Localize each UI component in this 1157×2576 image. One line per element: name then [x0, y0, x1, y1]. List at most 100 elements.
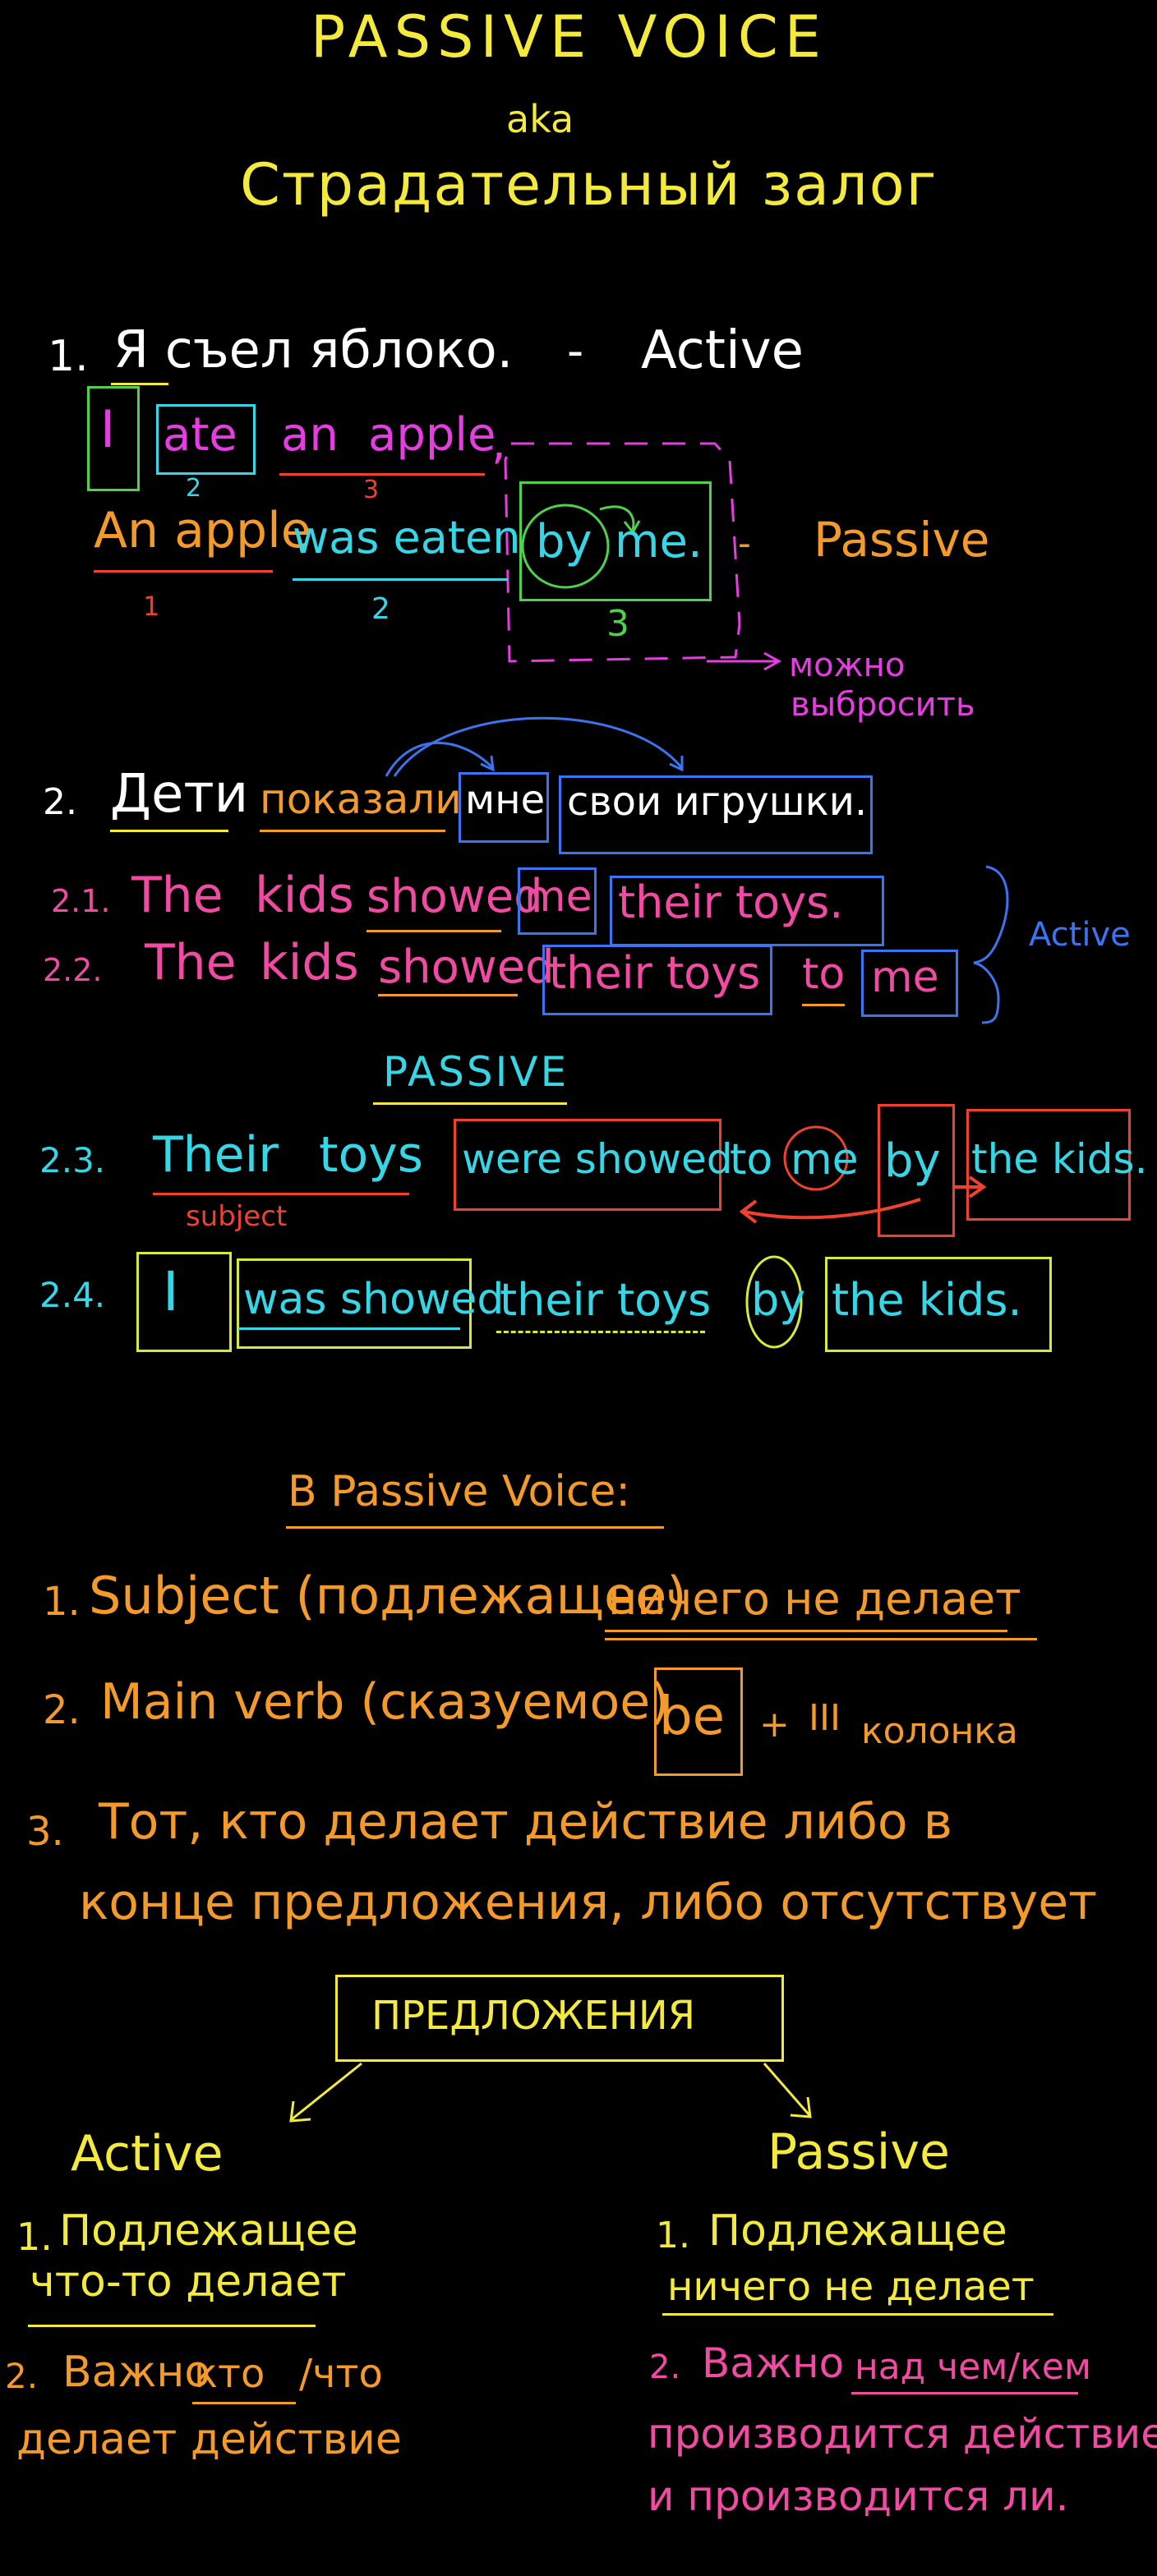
ex2-s23-the-kids: the kids. [971, 1135, 1148, 1183]
left-1-number: 1. [16, 2215, 53, 2259]
left-2-highlight-underline [192, 2402, 296, 2404]
ex2-number: 2. [43, 781, 77, 823]
rule2-column: III [809, 1697, 841, 1739]
left-title: Active [71, 2125, 224, 2183]
ex2-s24-their-toys-underline [496, 1331, 705, 1333]
right-2-a: Важно [702, 2339, 845, 2387]
ex2-s23-were-showed: were showed [462, 1135, 733, 1183]
ex2-passive-heading: PASSIVE [383, 1048, 569, 1096]
ex2-ru-mne: мне [465, 777, 546, 823]
right-2-highlight: над чем/кем [855, 2346, 1092, 2388]
ex1-passive-2-underline [293, 578, 508, 581]
ex2-s22-to: to [802, 950, 846, 999]
right-2-highlight-underline [851, 2392, 1078, 2394]
ex2-s21-showed: showed [366, 870, 543, 923]
rules-heading-underline [286, 1526, 664, 1529]
rule1-highlight: ничего не делает [608, 1573, 1021, 1625]
left-1-a: Подлежащее [59, 2206, 358, 2256]
rule3-number: 3. [26, 1809, 64, 1855]
rule1-text: Subject (подлежащее) [89, 1566, 687, 1626]
right-1-a: Подлежащее [708, 2206, 1007, 2256]
ex1-num-3: 3 [363, 476, 380, 504]
ex1-dash: - [567, 324, 584, 378]
ex2-s22-to-underline [802, 1004, 845, 1006]
arrow-to-toys [393, 716, 684, 777]
ex2-s24-was-showed-underline [238, 1327, 460, 1330]
ex1-passive-label: Passive [814, 512, 990, 568]
ex2-pokazali-underline [260, 830, 445, 832]
ex2-passive-heading-underline [373, 1102, 567, 1105]
left-2-c: /что [299, 2351, 383, 2397]
aka-label: aka [506, 97, 574, 141]
ex1-note-line2: выбросить [791, 686, 975, 724]
ex1-comma: , [491, 416, 506, 470]
ex2-s23-me: me [791, 1135, 859, 1184]
ex1-active-label: Active [641, 320, 804, 381]
ex2-s21-their-toys: their toys. [618, 876, 844, 928]
ex1-word-ate: ate [163, 408, 237, 462]
ex2-s21-kids: kids [255, 867, 354, 924]
ex2-s21-showed-underline [366, 930, 501, 932]
ex2-s22-showed-underline [378, 994, 518, 996]
right-1-underline [662, 2313, 1053, 2316]
ex2-ru-pokazali: показали [260, 775, 462, 823]
left-1-b: что-то делает [30, 2257, 347, 2307]
ex1-ru-sentence: Я съел яблоко. [113, 320, 514, 380]
ex2-s22-showed: showed [378, 941, 555, 994]
rule2-text: Main verb (сказуемое) [100, 1673, 670, 1731]
right-1-b: ничего не делает [667, 2264, 1035, 2310]
right-2-number: 2. [649, 2348, 681, 2386]
ex2-s23-by: by [884, 1134, 941, 1188]
ex2-ru-svoi-igrushki: свои игрушки. [567, 779, 868, 825]
rule1-number: 1. [43, 1579, 81, 1625]
ex2-ru-deti: Дети [110, 764, 249, 825]
ex2-s22-me: me [871, 953, 939, 1002]
left-2-d: делает действие [16, 2415, 402, 2464]
right-title: Passive [767, 2123, 950, 2181]
arrow-to-note [707, 651, 782, 671]
ex1-word-I: I [100, 399, 116, 459]
page-subtitle: Страдательный залог [240, 151, 938, 218]
ex1-number: 1. [48, 332, 89, 381]
rule2-tail: колонка [861, 1710, 1018, 1752]
ex1-ya-underline [111, 383, 168, 385]
rule1-highlight-underline-2 [605, 1638, 1037, 1640]
ex2-s22-kids: kids [260, 934, 359, 991]
ex2-s21-number: 2.1. [51, 883, 111, 919]
ex2-deti-underline [110, 830, 228, 832]
ex2-s24-I-box [136, 1252, 232, 1352]
ex2-s24-I: I [163, 1260, 179, 1323]
page-title: PASSIVE VOICE [311, 3, 827, 71]
ex1-word-apple: apple [368, 408, 496, 462]
arrow-right [763, 2063, 812, 2118]
ex2-s24-by: by [751, 1274, 806, 1326]
ex2-s21-the: The [131, 867, 224, 924]
ex2-active-label: Active [1029, 916, 1131, 954]
ex1-passive-num-1: 1 [143, 591, 160, 622]
ex1-word-an: an [281, 408, 339, 462]
ex1-note-line1: можно [789, 646, 906, 684]
ex1-an-apple-underline [279, 473, 485, 476]
ex1-passive-an-apple: An apple [94, 502, 311, 559]
ex2-s24-the-kids: the kids. [832, 1274, 1022, 1326]
ex1-num-2: 2 [186, 474, 202, 503]
ex2-s23-subject-label: subject [186, 1200, 288, 1233]
ex2-s22-number: 2.2. [43, 952, 103, 988]
right-1-number: 1. [656, 2215, 690, 2256]
active-brace [973, 865, 1009, 1024]
ex1-passive-by: by [536, 515, 592, 568]
ex2-s23-subject-underline [153, 1193, 409, 1195]
left-2-number: 2. [5, 2356, 39, 2396]
rule3-line1: Тот, кто делает действие либо в [99, 1793, 953, 1851]
ex2-s23-toys: toys [319, 1126, 424, 1184]
rule1-highlight-underline [605, 1630, 1007, 1632]
ex2-s23-their: Their [153, 1126, 279, 1184]
arrow-to-mne [385, 741, 495, 777]
ex2-s24-number: 2.4. [39, 1275, 106, 1315]
ex1-passive-dash: - [738, 522, 751, 564]
right-2-c: производится действие [648, 2410, 1157, 2458]
ex2-s22-their-toys: their toys [549, 947, 761, 999]
rule2-be: be [659, 1686, 725, 1747]
ex1-passive-1-underline [94, 570, 273, 573]
ex2-s23-number: 2.3. [39, 1140, 106, 1180]
